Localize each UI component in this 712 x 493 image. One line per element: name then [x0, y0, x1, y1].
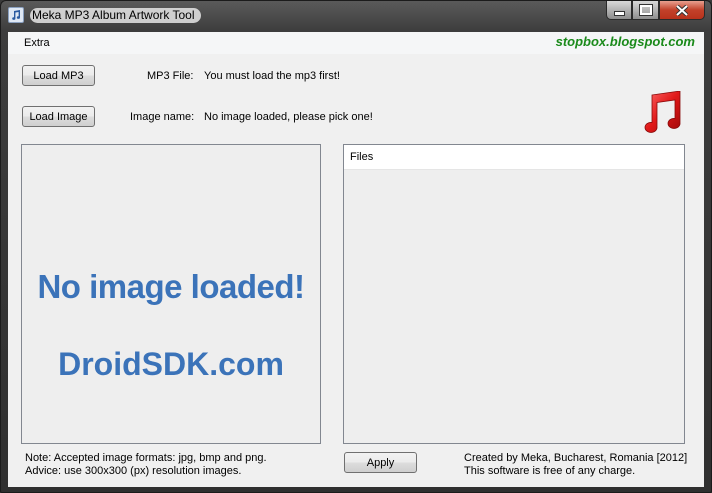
load-image-button[interactable]: Load Image	[22, 106, 95, 127]
no-image-text: No image loaded!	[37, 268, 305, 305]
formats-note: Note: Accepted image formats: jpg, bmp a…	[25, 452, 267, 464]
maximize-icon	[638, 4, 653, 16]
apply-button[interactable]: Apply	[344, 452, 417, 473]
watermark-text: DroidSDK.com	[58, 346, 284, 382]
mp3-file-label: MP3 File:	[147, 70, 194, 82]
close-button[interactable]	[659, 1, 705, 20]
minimize-icon	[613, 10, 625, 16]
blog-link: stopbox.blogspot.com	[555, 34, 695, 49]
window-title: Meka MP3 Album Artwork Tool	[30, 8, 201, 23]
menu-bar: Extra stopbox.blogspot.com	[8, 32, 704, 54]
load-mp3-button[interactable]: Load MP3	[22, 65, 95, 86]
image-preview: No image loaded! DroidSDK.com	[21, 144, 321, 444]
files-column-header[interactable]: Files	[344, 145, 684, 170]
files-list[interactable]: Files	[343, 144, 685, 444]
maximize-button[interactable]	[632, 1, 659, 20]
music-note-icon	[644, 91, 681, 133]
image-name-label: Image name:	[130, 111, 195, 123]
client-area: Extra stopbox.blogspot.com Load MP3 MP3 …	[8, 32, 704, 487]
title-bar[interactable]: Meka MP3 Album Artwork Tool	[1, 1, 711, 31]
close-icon	[676, 4, 688, 16]
files-header-label: Files	[350, 151, 374, 163]
resolution-advice: Advice: use 300x300 (px) resolution imag…	[25, 465, 242, 477]
app-window: Meka MP3 Album Artwork Tool Extra stopbo…	[0, 0, 712, 493]
credits-license: This software is free of any charge.	[464, 465, 636, 477]
mp3-file-value: You must load the mp3 first!	[204, 70, 340, 82]
app-music-icon[interactable]	[8, 7, 24, 23]
minimize-button[interactable]	[606, 1, 632, 20]
image-name-value: No image loaded, please pick one!	[204, 111, 373, 123]
credits-author: Created by Meka, Bucharest, Romania [201…	[464, 452, 688, 464]
menu-extra[interactable]: Extra	[24, 37, 50, 49]
